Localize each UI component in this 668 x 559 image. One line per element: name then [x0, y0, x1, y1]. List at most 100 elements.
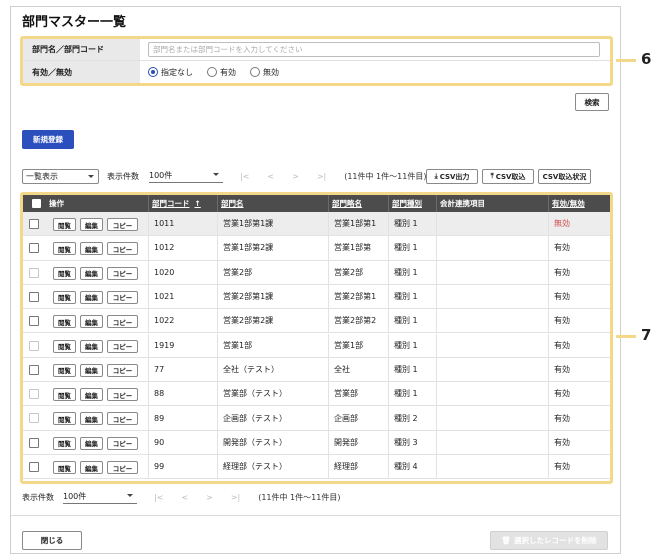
view-button[interactable]: 閲覧 — [53, 436, 76, 450]
table-row[interactable]: 閲覧 編集 コピー 1011 営業1部第1課 営業1部第1 種別 1 無効 — [23, 212, 610, 237]
prev-page-icon[interactable]: < — [181, 493, 188, 502]
row-checkbox[interactable] — [29, 243, 39, 254]
sort-asc-icon: ↑ — [194, 199, 201, 208]
view-button[interactable]: 閲覧 — [53, 242, 76, 256]
footer-page-size-select[interactable]: 100件 — [63, 489, 137, 504]
table-row[interactable]: 閲覧 編集 コピー 89 企画部（テスト） 企画部 種別 2 有効 — [23, 406, 610, 431]
page-size-value: 100件 — [149, 170, 173, 180]
copy-button[interactable]: コピー — [107, 339, 138, 353]
last-page-icon[interactable]: >| — [231, 493, 240, 502]
row-checkbox[interactable] — [29, 462, 39, 472]
close-button[interactable]: 閉じる — [22, 531, 82, 550]
row-checkbox[interactable] — [29, 437, 39, 448]
copy-button[interactable]: コピー — [107, 218, 138, 231]
row-checkbox[interactable] — [29, 389, 39, 400]
copy-button[interactable]: コピー — [107, 315, 138, 329]
view-button[interactable]: 閲覧 — [53, 388, 76, 402]
csv-import-button[interactable]: ⤒ CSV取込 — [482, 169, 534, 184]
edit-button[interactable]: 編集 — [80, 290, 103, 304]
row-checkbox[interactable] — [29, 340, 39, 351]
table-row[interactable]: 閲覧 編集 コピー 99 経理部（テスト） 経理部 種別 4 有効 — [23, 455, 610, 480]
table-row[interactable]: 閲覧 編集 コピー 1022 営業2部第2課 営業2部第2 種別 1 有効 — [23, 309, 610, 334]
table-row[interactable]: 閲覧 編集 コピー 90 開発部（テスト） 開発部 種別 3 有効 — [23, 430, 610, 455]
trash-icon: 🗑 — [501, 536, 512, 545]
delete-selected-button[interactable]: 🗑 選択したレコードを削除 — [490, 531, 608, 550]
view-button[interactable]: 閲覧 — [53, 339, 76, 353]
edit-button[interactable]: 編集 — [80, 339, 103, 353]
view-button[interactable]: 閲覧 — [53, 218, 76, 231]
chevron-down-icon — [213, 173, 219, 176]
edit-button[interactable]: 編集 — [80, 315, 103, 329]
ops-cell: 閲覧 編集 コピー — [23, 284, 149, 309]
view-button[interactable]: 閲覧 — [53, 290, 76, 304]
edit-button[interactable]: 編集 — [80, 266, 103, 280]
copy-button[interactable]: コピー — [107, 363, 138, 377]
row-checkbox[interactable] — [29, 316, 39, 327]
page-size-select[interactable]: 100件 — [149, 168, 223, 183]
copy-button[interactable]: コピー — [107, 436, 138, 450]
cell-valid: 有効 — [554, 437, 570, 447]
view-button[interactable]: 閲覧 — [53, 315, 76, 329]
copy-button[interactable]: コピー — [107, 461, 138, 474]
copy-button[interactable]: コピー — [107, 388, 138, 402]
copy-button[interactable]: コピー — [107, 242, 138, 256]
csv-import-status-button[interactable]: CSV取込状況 — [538, 169, 591, 184]
header-valid[interactable]: 有効/無効 — [549, 195, 610, 212]
radio-invalid[interactable]: 無効 — [250, 67, 279, 78]
first-page-icon[interactable]: |< — [240, 172, 249, 181]
edit-button[interactable]: 編集 — [80, 461, 103, 474]
table-row[interactable]: 閲覧 編集 コピー 1012 営業1部第2課 営業1部第 種別 1 有効 — [23, 236, 610, 261]
row-checkbox[interactable] — [29, 364, 39, 375]
edit-button[interactable]: 編集 — [80, 388, 103, 402]
select-all-checkbox[interactable] — [32, 199, 41, 208]
cell-short: 営業1部第 — [329, 236, 389, 260]
table-row[interactable]: 閲覧 編集 コピー 88 営業部（テスト） 営業部 種別 1 有効 — [23, 382, 610, 407]
prev-page-icon[interactable]: < — [267, 172, 274, 181]
edit-button[interactable]: 編集 — [80, 242, 103, 256]
header-type[interactable]: 部門種別 — [389, 195, 437, 212]
cell-valid: 有効 — [554, 389, 570, 399]
first-page-icon[interactable]: |< — [154, 493, 163, 502]
row-checkbox[interactable] — [29, 291, 39, 302]
cell-code: 89 — [149, 406, 218, 430]
next-page-icon[interactable]: > — [206, 493, 213, 502]
cell-name: 開発部（テスト） — [218, 430, 329, 454]
edit-button[interactable]: 編集 — [80, 412, 103, 426]
table-row[interactable]: 閲覧 編集 コピー 1919 営業1部 営業1部 種別 1 有効 — [23, 333, 610, 358]
cell-type: 種別 1 — [389, 212, 437, 236]
edit-button[interactable]: 編集 — [80, 218, 103, 231]
radio-unspecified[interactable]: 指定なし — [148, 67, 193, 78]
copy-button[interactable]: コピー — [107, 290, 138, 304]
view-select[interactable]: 一覧表示 — [22, 169, 99, 184]
table-row[interactable]: 閲覧 編集 コピー 1021 営業2部第1課 営業2部第1 種別 1 有効 — [23, 284, 610, 310]
header-code[interactable]: 部門コード ↑ — [149, 195, 218, 212]
csv-export-button[interactable]: ⤓ CSV出力 — [426, 169, 478, 184]
search-button[interactable]: 検索 — [575, 93, 609, 111]
view-button[interactable]: 閲覧 — [53, 266, 76, 280]
view-button[interactable]: 閲覧 — [53, 412, 76, 426]
dept-search-input[interactable]: 部門名または部門コードを入力してください — [148, 42, 600, 57]
ops-cell: 閲覧 編集 コピー — [23, 455, 149, 479]
delete-selected-label: 選択したレコードを削除 — [514, 536, 597, 545]
cell-code: 1021 — [149, 284, 218, 309]
header-short[interactable]: 部門略名 — [329, 195, 389, 212]
row-checkbox[interactable] — [29, 219, 39, 229]
copy-button[interactable]: コピー — [107, 412, 138, 426]
radio-valid[interactable]: 有効 — [207, 67, 236, 78]
header-name[interactable]: 部門名 — [218, 195, 329, 212]
chevron-down-icon — [88, 175, 94, 178]
table-row[interactable]: 閲覧 編集 コピー 77 全社（テスト） 全社 種別 1 有効 — [23, 357, 610, 383]
row-checkbox[interactable] — [29, 267, 39, 278]
edit-button[interactable]: 編集 — [80, 363, 103, 377]
copy-button[interactable]: コピー — [107, 266, 138, 280]
new-register-button[interactable]: 新規登録 — [22, 130, 74, 149]
table-row[interactable]: 閲覧 編集 コピー 1020 営業2部 営業2部 種別 1 有効 — [23, 260, 610, 285]
ops-cell: 閲覧 編集 コピー — [23, 212, 149, 236]
ops-cell: 閲覧 編集 コピー — [23, 260, 149, 284]
next-page-icon[interactable]: > — [292, 172, 299, 181]
view-button[interactable]: 閲覧 — [53, 363, 76, 377]
view-button[interactable]: 閲覧 — [53, 461, 76, 474]
last-page-icon[interactable]: >| — [317, 172, 326, 181]
edit-button[interactable]: 編集 — [80, 436, 103, 450]
row-checkbox[interactable] — [29, 413, 39, 424]
